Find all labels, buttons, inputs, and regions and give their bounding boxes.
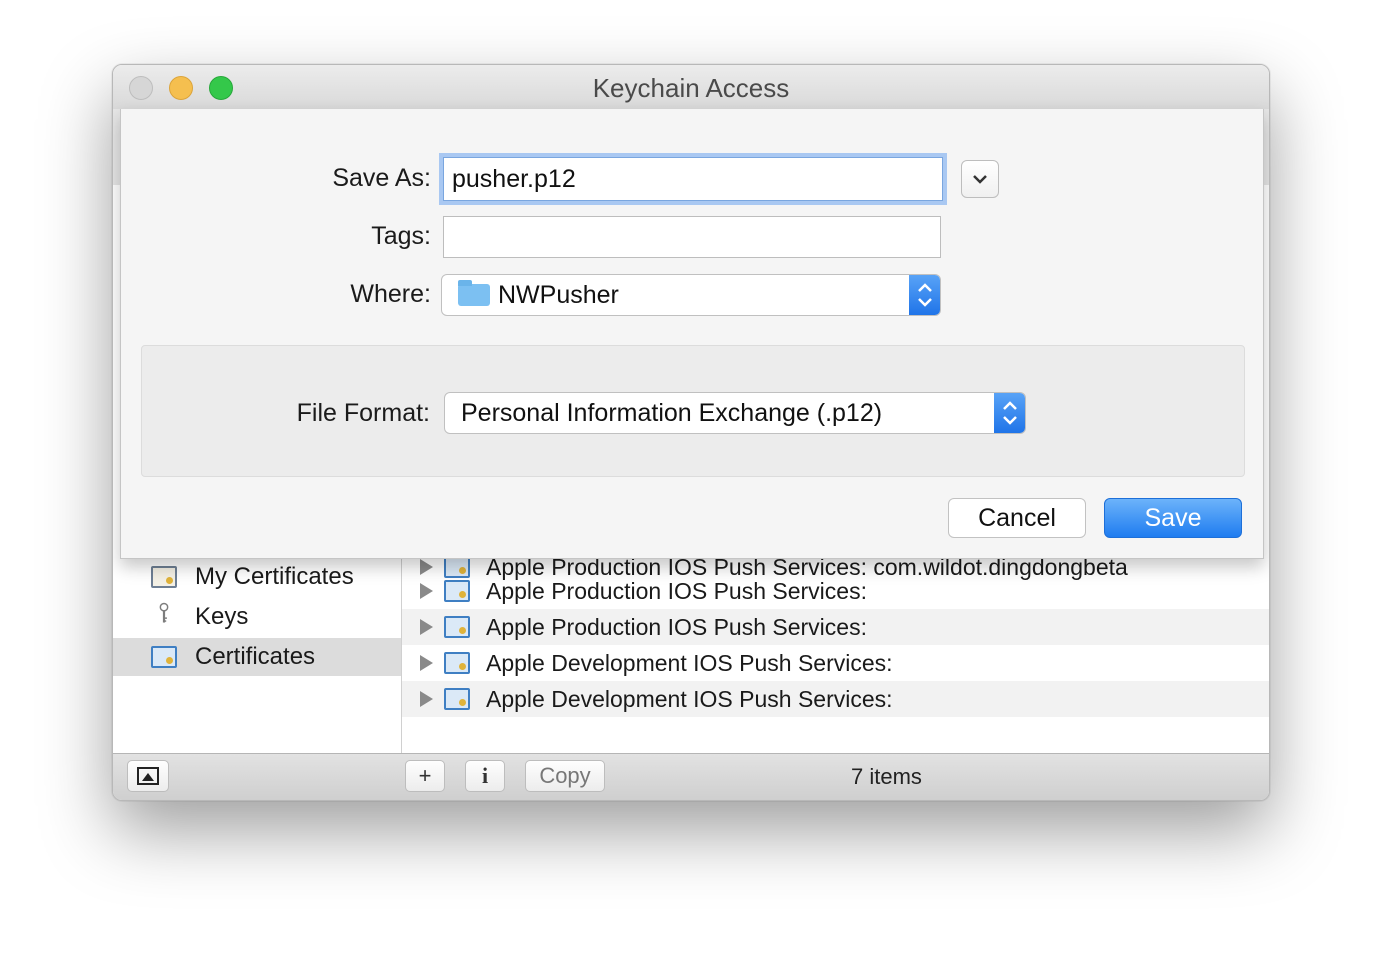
folder-icon	[458, 280, 490, 306]
title-bar: Keychain Access	[113, 65, 1269, 110]
certificate-icon	[151, 566, 177, 588]
save-as-field[interactable]	[443, 157, 943, 201]
where-value: NWPusher	[498, 281, 619, 309]
disclosure-triangle-icon[interactable]	[420, 619, 433, 635]
certificate-icon	[444, 616, 470, 638]
list-item[interactable]: Apple Development IOS Push Services:	[402, 645, 1269, 681]
file-format-popup[interactable]: Personal Information Exchange (.p12)	[444, 392, 1026, 434]
file-format-label: File Format:	[296, 399, 430, 427]
list-item-label: Apple Production IOS Push Services:	[486, 614, 867, 640]
list-item[interactable]: Apple Production IOS Push Services:	[402, 573, 1269, 609]
save-as-label: Save As:	[332, 164, 431, 192]
list-item-label: Apple Development IOS Push Services:	[486, 650, 893, 676]
sidebar-item-keys[interactable]: Keys	[113, 598, 401, 636]
list-item-label: Apple Production IOS Push Services:	[486, 578, 867, 604]
sidebar-item-label: Keys	[195, 603, 249, 630]
disclosure-triangle-icon[interactable]	[420, 655, 433, 671]
show-keychains-button[interactable]	[127, 760, 169, 792]
list-item[interactable]: Apple Production IOS Push Services:	[402, 609, 1269, 645]
save-button[interactable]: Save	[1104, 498, 1242, 538]
key-icon	[159, 602, 169, 623]
sidebar-item-certificates[interactable]: Certificates	[113, 638, 401, 676]
certificate-icon	[444, 688, 470, 710]
copy-button[interactable]: Copy	[525, 760, 605, 792]
disclosure-triangle-icon[interactable]	[420, 691, 433, 707]
expand-dialog-button[interactable]	[961, 160, 999, 198]
disclosure-triangle-icon[interactable]	[420, 583, 433, 599]
list-item-label: Apple Development IOS Push Services:	[486, 686, 893, 712]
sidebar-item-my-certificates[interactable]: My Certificates	[113, 558, 401, 596]
tags-field[interactable]	[443, 216, 941, 258]
file-format-value: Personal Information Exchange (.p12)	[461, 399, 883, 427]
where-popup[interactable]: NWPusher	[441, 274, 941, 316]
sidebar-item-label: Certificates	[195, 643, 316, 670]
file-format-section: File Format: Personal Information Exchan…	[141, 345, 1245, 477]
chevron-down-icon	[973, 175, 987, 184]
keychain-access-window: Keychain Access My Certificates Keys Cer…	[112, 64, 1270, 801]
certificate-icon	[151, 646, 177, 668]
info-button[interactable]: i	[465, 760, 505, 792]
bottom-bar: + i Copy 7 items	[113, 753, 1269, 800]
certificate-icon	[444, 580, 470, 602]
where-label: Where:	[350, 280, 431, 308]
save-sheet: Save As: Tags: Where: NWPusher File Form…	[120, 109, 1264, 559]
tags-label: Tags:	[371, 222, 431, 250]
sidebar-toggle-icon	[137, 767, 159, 785]
item-count: 7 items	[851, 764, 922, 789]
cancel-button[interactable]: Cancel	[948, 498, 1086, 538]
add-button[interactable]: +	[405, 760, 445, 792]
list-item[interactable]: Apple Development IOS Push Services:	[402, 681, 1269, 717]
updown-arrows-icon	[994, 393, 1025, 433]
sidebar-item-label: My Certificates	[195, 563, 354, 590]
updown-arrows-icon	[909, 275, 940, 315]
certificate-icon	[444, 652, 470, 674]
window-title: Keychain Access	[592, 73, 790, 103]
